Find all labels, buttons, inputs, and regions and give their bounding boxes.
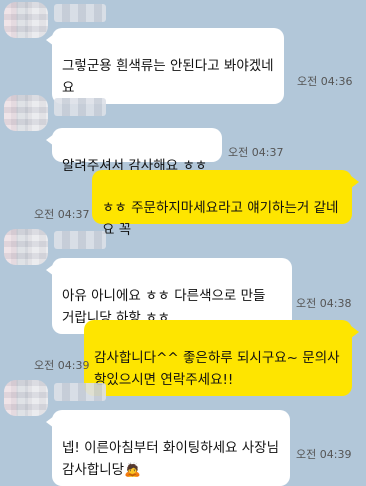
message-time: 오전 04:39 bbox=[296, 448, 352, 461]
sender-name bbox=[54, 4, 106, 22]
sender-avatar[interactable] bbox=[4, 229, 48, 265]
sender-name bbox=[54, 98, 106, 116]
sender-name bbox=[54, 383, 106, 401]
message-text: 넵! 이른아침부터 화이팅하세요 사장님 감사합니당 bbox=[62, 440, 280, 478]
bowing-person-icon: 🙇 bbox=[124, 462, 141, 478]
message-time: 오전 04:38 bbox=[296, 297, 352, 310]
message-text: 그렇군용 흰색류는 안된다고 봐야겠네 요 bbox=[62, 58, 274, 96]
message-bubble-outgoing[interactable]: ㅎㅎ 주문하지마세요라고 얘기하는거 같네 요 꼭 bbox=[92, 170, 359, 238]
message-text: ㅎㅎ 주문하지마세요라고 얘기하는거 같네 요 꼭 bbox=[102, 200, 339, 238]
message-time: 오전 04:37 bbox=[34, 208, 90, 221]
sender-avatar[interactable] bbox=[4, 2, 48, 38]
message-text: 감사합니다^^ 좋은하루 되시구요~ 문의사 항있으시면 연락주세요!! bbox=[94, 350, 340, 388]
sender-avatar[interactable] bbox=[4, 95, 48, 131]
message-time: 오전 04:37 bbox=[228, 146, 284, 159]
sender-name bbox=[54, 231, 106, 249]
message-bubble-incoming[interactable]: 그렇군용 흰색류는 안된다고 봐야겠네 요 bbox=[46, 28, 284, 104]
message-bubble-outgoing[interactable]: 감사합니다^^ 좋은하루 되시구요~ 문의사 항있으시면 연락주세요!! bbox=[84, 320, 359, 396]
message-time: 오전 04:36 bbox=[297, 75, 353, 88]
message-bubble-incoming[interactable]: 알려주셔서 감사해요 ㅎㅎ bbox=[46, 128, 222, 174]
sender-avatar[interactable] bbox=[4, 380, 48, 416]
message-time: 오전 04:39 bbox=[34, 359, 90, 372]
